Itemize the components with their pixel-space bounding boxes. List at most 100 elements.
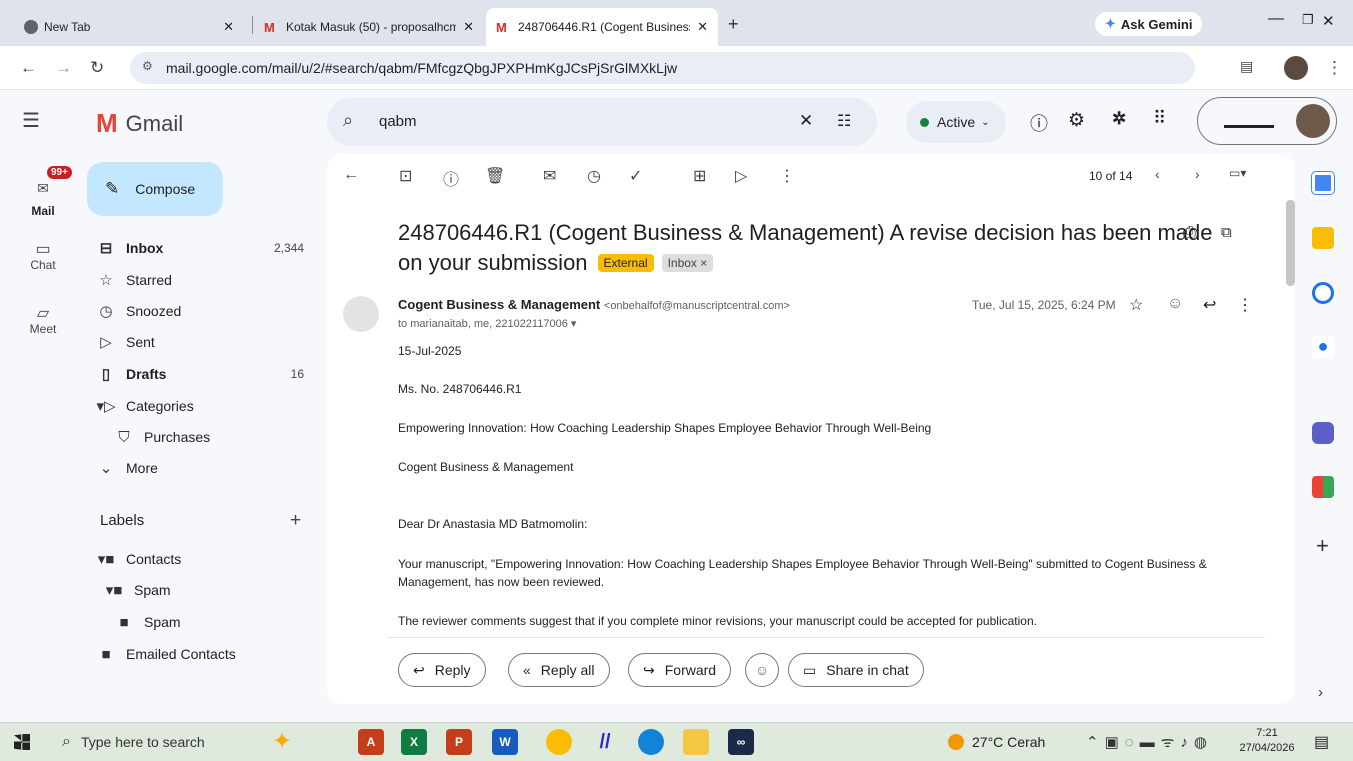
- acrobat-icon[interactable]: A: [358, 729, 384, 755]
- star-icon[interactable]: ☆: [1129, 295, 1143, 315]
- get-addons-icon[interactable]: +: [1316, 533, 1329, 559]
- label-emailed-contacts[interactable]: ■ Emailed Contacts: [86, 638, 320, 670]
- file-explorer-icon[interactable]: [683, 729, 709, 755]
- word-icon[interactable]: W: [492, 729, 518, 755]
- close-tab-icon[interactable]: ✕: [697, 19, 708, 35]
- notes-icon[interactable]: //: [592, 729, 618, 755]
- chrome-icon[interactable]: [546, 729, 572, 755]
- restore-icon[interactable]: ❐: [1302, 12, 1314, 28]
- emoji-icon[interactable]: ☺: [1167, 295, 1183, 313]
- add-task-icon[interactable]: ✓: [629, 166, 642, 186]
- clock[interactable]: 7:21 27/04/2026: [1235, 726, 1299, 756]
- nav-categories[interactable]: ▾▷ Categories: [86, 390, 320, 422]
- omnibox[interactable]: ⚙ mail.google.com/mail/u/2/#search/qabm/…: [130, 52, 1195, 84]
- nav-inbox[interactable]: ⊟ Inbox 2,344: [86, 232, 320, 264]
- tasks-icon[interactable]: [1312, 282, 1334, 304]
- excel-icon[interactable]: X: [401, 729, 427, 755]
- help-icon[interactable]: ⓘ: [1030, 110, 1048, 136]
- input-tools-icon[interactable]: ▭▾: [1229, 166, 1246, 180]
- profile-avatar[interactable]: [1284, 56, 1308, 80]
- search-bar[interactable]: ⌕ qabm ✕ ☷: [327, 98, 877, 146]
- emoji-react-button[interactable]: ☺: [745, 653, 779, 687]
- rail-meet[interactable]: ▱ Meet: [0, 304, 86, 336]
- edge-icon[interactable]: [638, 729, 664, 755]
- keep-icon[interactable]: [1312, 227, 1334, 249]
- inbox-tag[interactable]: Inbox ×: [661, 254, 714, 272]
- close-window-icon[interactable]: ✕: [1322, 12, 1335, 30]
- nav-sent[interactable]: ▷ Sent: [86, 326, 320, 358]
- label-contacts[interactable]: ▾■ Contacts: [86, 543, 320, 575]
- notifications-icon[interactable]: ▤: [1314, 732, 1329, 752]
- account-switcher[interactable]: [1197, 97, 1337, 145]
- add-label-icon[interactable]: +: [290, 510, 301, 532]
- contacts-icon[interactable]: ●: [1312, 336, 1334, 358]
- menu-icon[interactable]: ⋮: [1326, 58, 1343, 78]
- calendar-icon[interactable]: [1311, 171, 1335, 195]
- nav-purchases[interactable]: ⛉ Purchases: [86, 421, 320, 453]
- sparkle-icon[interactable]: ✦: [272, 727, 292, 756]
- main-menu-icon[interactable]: ☰: [22, 108, 40, 133]
- system-tray-icons[interactable]: ⌃▣◌▬ᯤ♪◍: [1086, 732, 1213, 752]
- weather[interactable]: 27°C Cerah: [948, 734, 1045, 750]
- forward-icon[interactable]: →: [55, 58, 72, 78]
- close-tab-icon[interactable]: ✕: [223, 19, 234, 35]
- reply-button[interactable]: ↩ Reply: [398, 653, 486, 687]
- search-input[interactable]: qabm: [379, 113, 417, 130]
- rail-mail[interactable]: ✉ 99+ Mail: [0, 166, 86, 218]
- taskbar-search[interactable]: ⌕ Type here to search: [52, 723, 256, 761]
- compose-button[interactable]: ✎ Compose: [87, 162, 223, 216]
- back-to-list-icon[interactable]: ←: [343, 166, 359, 184]
- more-icon[interactable]: ⋮: [1237, 295, 1253, 315]
- delete-icon[interactable]: 🗑: [485, 166, 505, 186]
- label-spam-sub[interactable]: ■ Spam: [86, 606, 320, 638]
- nav-starred[interactable]: ☆ Starred: [86, 264, 320, 296]
- teams-icon[interactable]: [1312, 422, 1334, 444]
- nav-drafts[interactable]: ▯ Drafts 16: [86, 358, 320, 390]
- forward-button[interactable]: ↪ Forward: [628, 653, 732, 687]
- status-button[interactable]: Active ⌄: [906, 101, 1006, 143]
- label-spam[interactable]: ▾■ Spam: [86, 574, 320, 606]
- nav-snoozed[interactable]: ◷ Snoozed: [86, 295, 320, 327]
- new-tab-icon[interactable]: +: [728, 14, 739, 35]
- recipients[interactable]: to marianaitab, me, 221022117006 ▾: [398, 317, 576, 330]
- gemini-spark-icon[interactable]: ✲: [1112, 109, 1126, 129]
- site-settings-icon[interactable]: ⚙: [142, 59, 153, 73]
- addon-icon[interactable]: [1312, 476, 1334, 498]
- hide-panel-icon[interactable]: ›: [1318, 684, 1323, 701]
- apps-grid-icon[interactable]: ⠿: [1153, 108, 1166, 129]
- reply-icon[interactable]: ↩: [1203, 295, 1216, 315]
- clear-search-icon[interactable]: ✕: [799, 111, 813, 131]
- gmail-logo[interactable]: M Gmail: [96, 108, 183, 139]
- windows-start-icon[interactable]: [14, 734, 30, 750]
- reply-all-button[interactable]: «Reply all: [508, 653, 610, 687]
- search-options-icon[interactable]: ☷: [837, 111, 851, 131]
- older-icon[interactable]: ›: [1195, 166, 1200, 182]
- newer-icon[interactable]: ‹: [1155, 166, 1160, 182]
- label-as-icon[interactable]: ▷: [735, 166, 747, 186]
- mark-unread-icon[interactable]: ✉: [543, 166, 556, 186]
- rail-chat[interactable]: ▭ Chat: [0, 240, 86, 272]
- move-to-icon[interactable]: ⊞: [693, 166, 706, 186]
- tab-kotak-masuk[interactable]: M Kotak Masuk (50) - proposalhcm ✕: [254, 8, 484, 46]
- close-tab-icon[interactable]: ✕: [463, 19, 474, 35]
- scrollbar-thumb[interactable]: [1286, 200, 1295, 286]
- ask-gemini-button[interactable]: ✦ Ask Gemini: [1095, 12, 1203, 36]
- print-icon[interactable]: ⎙: [1183, 224, 1196, 242]
- report-spam-icon[interactable]: ⓘ: [443, 166, 459, 190]
- reload-icon[interactable]: ↻: [90, 58, 104, 78]
- nav-more[interactable]: ⌄ More: [86, 452, 320, 484]
- minimize-icon[interactable]: —: [1268, 10, 1284, 28]
- back-icon[interactable]: ←: [20, 58, 37, 78]
- more-actions-icon[interactable]: ⋮: [779, 166, 795, 186]
- settings-gear-icon[interactable]: ⚙: [1068, 109, 1085, 132]
- archive-icon[interactable]: ⊡: [399, 166, 412, 186]
- snooze-icon[interactable]: ◷: [587, 166, 601, 186]
- app-icon[interactable]: ∞: [728, 729, 754, 755]
- search-icon[interactable]: ⌕: [343, 110, 353, 131]
- reader-icon[interactable]: ▤: [1240, 58, 1253, 75]
- tab-new-tab[interactable]: New Tab ✕: [14, 8, 244, 46]
- open-new-window-icon[interactable]: ⧉: [1221, 224, 1232, 241]
- tab-active-email[interactable]: M 248706446.R1 (Cogent Business ✕: [486, 8, 718, 46]
- powerpoint-icon[interactable]: P: [446, 729, 472, 755]
- share-in-chat-button[interactable]: ▭ Share in chat: [788, 653, 924, 687]
